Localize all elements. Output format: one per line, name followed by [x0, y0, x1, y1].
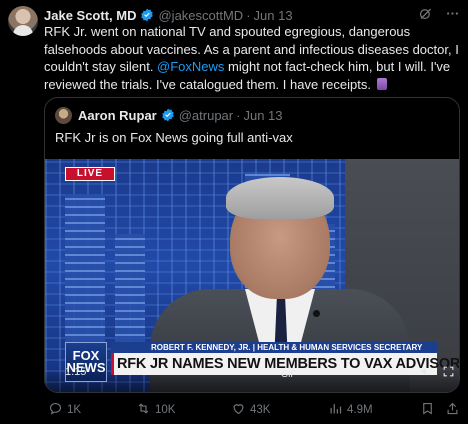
timestamp[interactable]: Jun 13 [254, 8, 293, 23]
chyron-main: RFK JR NAMES NEW MEMBERS TO VAX ADVISORY… [111, 353, 459, 375]
verified-badge-icon [140, 8, 154, 22]
author-name[interactable]: Jake Scott, MD [44, 8, 136, 23]
quote-author-name[interactable]: Aaron Rupar [78, 108, 157, 123]
bookmark-icon [420, 401, 435, 419]
like-icon [231, 401, 246, 419]
reply-icon [48, 401, 63, 419]
more-icon[interactable] [445, 6, 460, 24]
quote-header: Aaron Rupar @atrupar · Jun 13 [55, 106, 283, 124]
action-bar: 1K 10K 43K 4.9M [44, 401, 460, 419]
quote-text: RFK Jr is on Fox News going full anti-va… [55, 130, 293, 145]
video-time: 1:15 [65, 366, 87, 378]
repost-button[interactable]: 10K [136, 401, 175, 419]
like-count: 43K [250, 404, 271, 416]
separator: · [236, 107, 241, 123]
repost-icon [136, 401, 151, 419]
repost-count: 10K [155, 404, 176, 416]
fullscreen-icon[interactable] [442, 365, 455, 383]
mention-link[interactable]: @FoxNews [157, 59, 224, 74]
quote-timestamp: Jun 13 [243, 107, 283, 123]
separator: · [246, 7, 251, 23]
tweet-header: Jake Scott, MD @jakescottMD · Jun 13 [44, 7, 460, 23]
quote-author-handle: @atrupar [178, 107, 234, 123]
live-badge: LIVE [65, 167, 115, 181]
share-icon [445, 401, 460, 419]
reply-button[interactable]: 1K [48, 401, 81, 419]
views-button[interactable]: 4.9M [328, 401, 373, 419]
share-button[interactable] [445, 401, 460, 419]
quote-avatar[interactable] [55, 106, 72, 124]
chyron-top: ROBERT F. KENNEDY, JR. | HEALTH & HUMAN … [111, 342, 437, 353]
receipt-icon [376, 77, 387, 90]
reply-count: 1K [67, 404, 82, 416]
chyron: FOX NEWS ROBERT F. KENNEDY, JR. | HEALTH… [65, 342, 459, 382]
like-button[interactable]: 43K [231, 401, 270, 419]
views-icon [328, 401, 343, 419]
bookmark-button[interactable] [420, 401, 435, 419]
verified-badge-icon [161, 108, 175, 122]
tweet[interactable]: Jake Scott, MD @jakescottMD · Jun 13 RFK… [0, 0, 468, 424]
grok-icon[interactable] [418, 6, 433, 24]
avatar[interactable] [8, 6, 38, 36]
views-count: 4.9M [347, 404, 373, 416]
author-handle[interactable]: @jakescottMD [158, 8, 243, 23]
quoted-tweet[interactable]: Aaron Rupar @atrupar · Jun 13 RFK Jr is … [44, 97, 460, 393]
gif-label[interactable]: GIF [281, 369, 296, 379]
volume-icon[interactable] [419, 365, 432, 383]
video-player[interactable]: LIVE FOX NEWS ROBERT F. KENNEDY, JR. | H… [45, 159, 459, 392]
tweet-text: RFK Jr. went on national TV and spouted … [44, 23, 460, 93]
